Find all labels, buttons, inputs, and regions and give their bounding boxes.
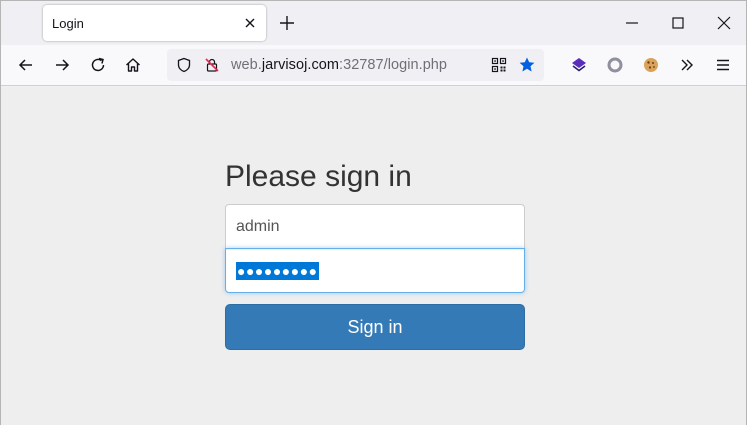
window-close-icon[interactable] — [715, 14, 733, 32]
page-content: Please sign in admin ●●●●●●●●● Sign in — [1, 87, 746, 425]
tracking-protection-shield-icon[interactable] — [176, 57, 192, 73]
home-icon[interactable] — [124, 56, 142, 74]
url-text[interactable]: web.jarvisoj.com:32787/login.php — [231, 57, 447, 73]
tab-title: Login — [52, 16, 84, 31]
overflow-chevrons-icon[interactable] — [678, 56, 696, 74]
address-bar[interactable]: web.jarvisoj.com:32787/login.php — [167, 49, 544, 81]
circle-extension-icon[interactable] — [606, 56, 624, 74]
maximize-icon[interactable] — [669, 14, 687, 32]
hamburger-menu-icon[interactable] — [714, 56, 732, 74]
qr-code-icon[interactable] — [491, 57, 507, 73]
forward-arrow-icon[interactable] — [53, 56, 71, 74]
layers-extension-icon[interactable] — [570, 56, 588, 74]
back-arrow-icon[interactable] — [17, 56, 35, 74]
bookmark-star-icon[interactable] — [518, 56, 536, 74]
url-path: :32787/login.php — [339, 57, 448, 73]
sign-in-button[interactable]: Sign in — [225, 304, 525, 350]
password-selected-text: ●●●●●●●●● — [236, 261, 319, 280]
username-input[interactable]: admin — [225, 204, 525, 249]
minimize-icon[interactable] — [623, 14, 641, 32]
tab-strip: Login — [1, 1, 746, 45]
url-host: jarvisoj.com — [261, 57, 339, 73]
password-input[interactable]: ●●●●●●●●● — [225, 248, 525, 293]
new-tab-icon[interactable] — [277, 13, 297, 33]
insecure-lock-icon[interactable] — [204, 57, 220, 73]
tab-login[interactable]: Login — [43, 5, 266, 41]
close-icon[interactable] — [242, 15, 258, 31]
page-title: Please sign in — [225, 160, 412, 193]
reload-icon[interactable] — [89, 56, 107, 74]
navigation-toolbar: web.jarvisoj.com:32787/login.php — [1, 45, 746, 86]
cookie-extension-icon[interactable] — [642, 56, 660, 74]
url-prefix: web. — [231, 57, 262, 73]
